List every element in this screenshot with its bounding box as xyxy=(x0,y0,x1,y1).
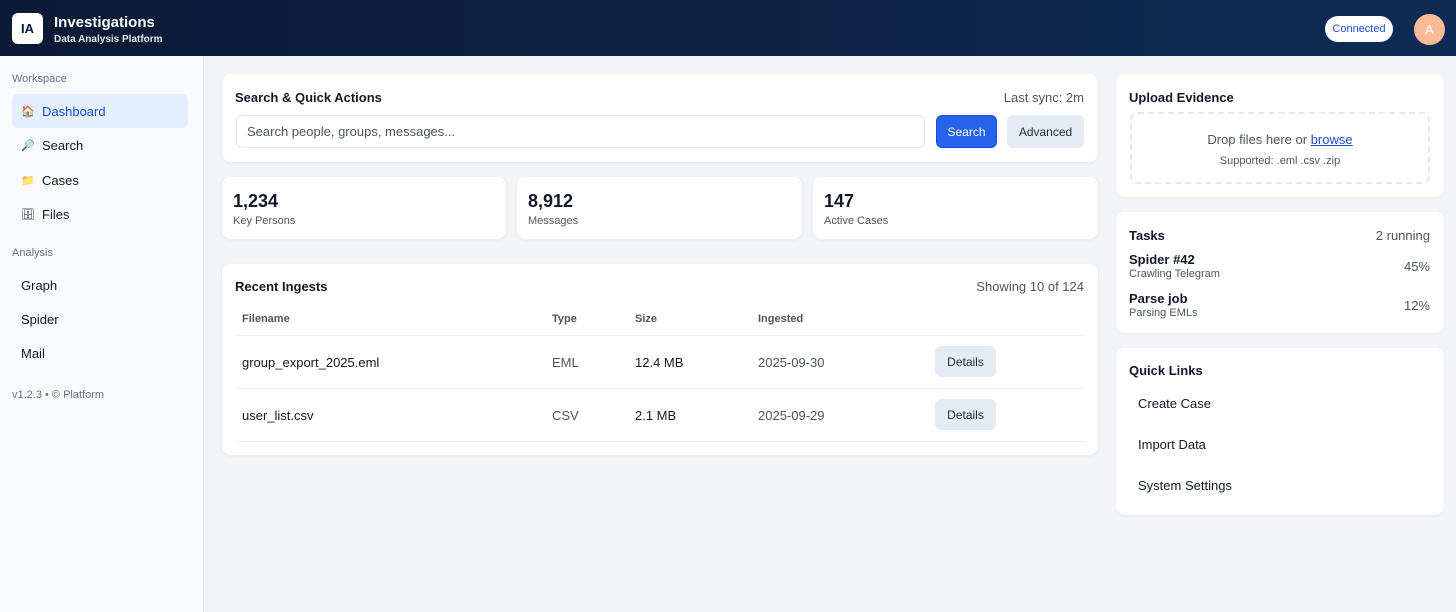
sidebar-item-cases[interactable]: 📁 Cases xyxy=(12,163,188,197)
ingests-count: Showing 10 of 124 xyxy=(976,279,1084,294)
cell-type: CSV xyxy=(552,408,579,423)
cell-date: 2025-09-30 xyxy=(758,355,825,370)
folder-icon: 📁 xyxy=(21,174,35,187)
table-divider xyxy=(236,335,1085,336)
browse-link[interactable]: browse xyxy=(1311,132,1353,147)
stat-label: Messages xyxy=(528,215,579,227)
stat-card-key-persons: 1,234 Key Persons xyxy=(222,177,506,239)
task-progress: 45% xyxy=(1403,259,1430,274)
task-progress: 12% xyxy=(1403,298,1430,313)
sidebar-section-analysis: Analysis xyxy=(12,247,53,259)
sidebar-item-search[interactable]: 🔎 Search xyxy=(12,128,188,162)
details-button[interactable]: Details xyxy=(935,399,996,430)
sidebar-item-label: Cases xyxy=(42,172,79,188)
quick-links-title: Quick Links xyxy=(1129,363,1203,378)
sidebar-item-label: Dashboard xyxy=(42,103,106,119)
house-icon: 🏠 xyxy=(21,105,35,118)
recent-ingests-title: Recent Ingests xyxy=(235,279,328,294)
top-bar: IA Investigations Data Analysis Platform… xyxy=(0,0,1456,56)
cell-date: 2025-09-29 xyxy=(758,408,825,423)
stat-label: Key Persons xyxy=(233,215,296,227)
upload-evidence-title: Upload Evidence xyxy=(1129,90,1234,105)
sidebar-item-label: Graph xyxy=(21,277,58,293)
drop-prompt: Drop files here or xyxy=(1207,132,1308,147)
quick-link-system-settings[interactable]: System Settings xyxy=(1130,468,1430,502)
stat-card-messages: 8,912 Messages xyxy=(517,177,802,239)
tasks-running-count: 2 running xyxy=(1375,228,1430,243)
stat-value: 1,234 xyxy=(233,191,279,211)
supported-formats: Supported: .eml .csv .zip xyxy=(1219,155,1341,167)
tasks-card: Tasks 2 running Spider #42 Crawling Tele… xyxy=(1116,212,1444,333)
file-cabinet-icon: 🗄 xyxy=(21,208,35,221)
column-header-size[interactable]: Size xyxy=(635,313,657,325)
user-avatar[interactable]: A xyxy=(1414,14,1445,45)
version-footer: v1.2.3 • © Platform xyxy=(12,389,105,401)
sidebar-section-workspace: Workspace xyxy=(12,73,67,85)
cell-filename: group_export_2025.eml xyxy=(242,355,380,370)
advanced-button[interactable]: Advanced xyxy=(1007,115,1084,148)
drop-zone-text: Drop files here or browse xyxy=(1132,132,1428,147)
stat-value: 147 xyxy=(824,191,855,211)
tasks-title: Tasks xyxy=(1129,228,1165,243)
search-card-title: Search & Quick Actions xyxy=(235,90,382,105)
stat-card-active-cases: 147 Active Cases xyxy=(813,177,1098,239)
task-description: Parsing EMLs xyxy=(1129,307,1198,319)
sidebar-item-label: Spider xyxy=(21,311,59,327)
last-sync-status: Last sync: 2m xyxy=(1003,90,1084,105)
cell-type: EML xyxy=(552,355,579,370)
sidebar-item-graph[interactable]: Graph xyxy=(12,268,188,302)
cell-size: 12.4 MB xyxy=(635,355,684,370)
task-name: Parse job xyxy=(1129,291,1188,306)
task-name: Spider #42 xyxy=(1129,252,1195,267)
magnifier-icon: 🔎 xyxy=(21,139,35,152)
app-subtitle: Data Analysis Platform xyxy=(54,34,163,45)
column-header-type[interactable]: Type xyxy=(552,313,577,325)
sidebar-item-label: Mail xyxy=(21,345,45,361)
search-button[interactable]: Search xyxy=(936,115,997,148)
quick-links-card: Quick Links Create Case Import Data Syst… xyxy=(1116,348,1444,515)
quick-link-create-case[interactable]: Create Case xyxy=(1130,386,1430,420)
details-button[interactable]: Details xyxy=(935,346,996,377)
upload-evidence-card: Upload Evidence Drop files here or brows… xyxy=(1116,74,1444,197)
stat-label: Active Cases xyxy=(824,215,889,227)
sidebar-item-dashboard[interactable]: 🏠 Dashboard xyxy=(12,94,188,128)
connection-status-badge: Connected xyxy=(1325,16,1393,42)
app-title: Investigations xyxy=(54,14,155,31)
column-header-filename[interactable]: Filename xyxy=(242,313,290,325)
sidebar: Workspace 🏠 Dashboard 🔎 Search 📁 Cases 🗄… xyxy=(0,56,204,612)
table-divider xyxy=(236,388,1085,389)
sidebar-item-mail[interactable]: Mail xyxy=(12,336,188,370)
column-header-ingested[interactable]: Ingested xyxy=(758,313,803,325)
table-divider xyxy=(236,441,1085,442)
task-description: Crawling Telegram xyxy=(1129,268,1220,280)
search-input[interactable] xyxy=(236,115,925,148)
sidebar-item-label: Files xyxy=(42,206,70,222)
app-logo[interactable]: IA xyxy=(12,13,43,44)
cell-filename: user_list.csv xyxy=(242,408,314,423)
search-card: Search & Quick Actions Last sync: 2m Sea… xyxy=(222,74,1098,162)
stat-value: 8,912 xyxy=(528,191,574,211)
recent-ingests-card: Recent Ingests Showing 10 of 124 Filenam… xyxy=(222,264,1098,455)
file-drop-zone[interactable]: Drop files here or browse Supported: .em… xyxy=(1130,112,1430,184)
quick-link-import-data[interactable]: Import Data xyxy=(1130,427,1430,461)
sidebar-item-spider[interactable]: Spider xyxy=(12,302,188,336)
sidebar-item-label: Search xyxy=(42,137,84,153)
cell-size: 2.1 MB xyxy=(635,408,677,423)
sidebar-item-files[interactable]: 🗄 Files xyxy=(12,197,188,231)
